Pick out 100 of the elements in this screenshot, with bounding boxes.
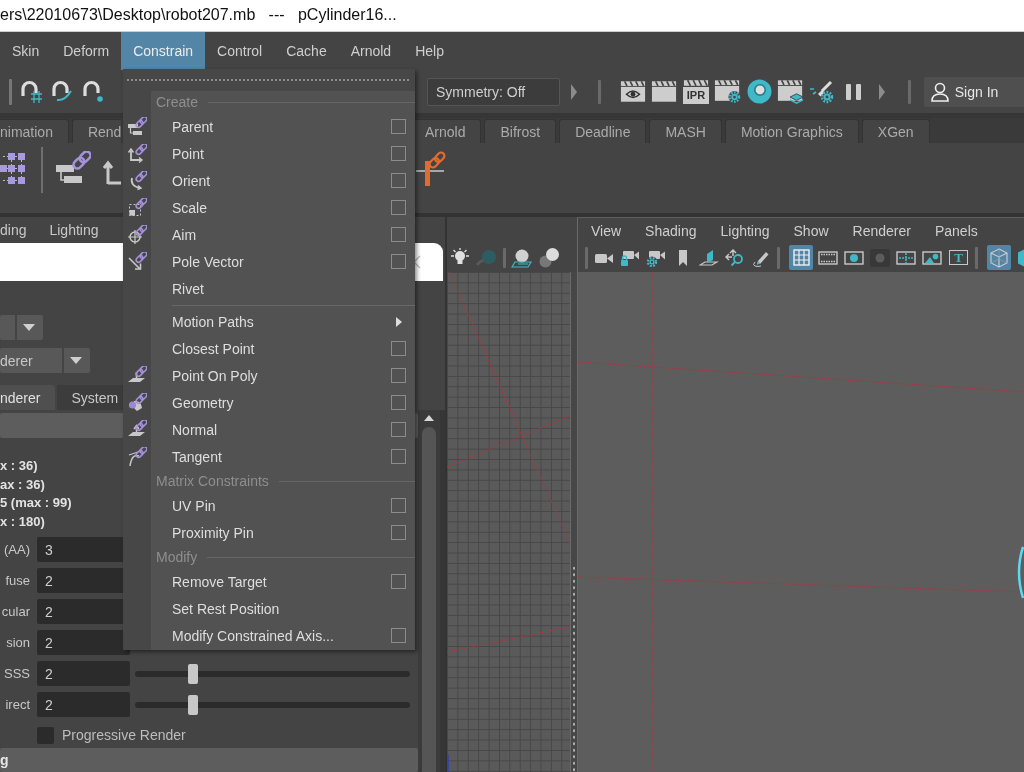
panel-splitter[interactable]	[570, 272, 577, 772]
field-label: sion	[5, 635, 31, 650]
tilted-plane-icon	[698, 248, 719, 267]
panel-menu[interactable]: View	[591, 222, 622, 239]
ball-link-icon	[127, 392, 147, 413]
checkbox[interactable]	[37, 726, 54, 744]
panel-menu[interactable]: Show	[793, 222, 829, 239]
menu-item[interactable]: UV Pin	[123, 492, 415, 519]
shelf-tab[interactable]: Motion Graphics	[724, 119, 859, 143]
menu-item[interactable]: Cache	[274, 32, 339, 70]
clapper-layers-icon[interactable]	[777, 79, 805, 104]
field-label: (AA)	[3, 542, 31, 557]
panel-menu[interactable]: ding	[0, 222, 27, 238]
info-text: x : 36)	[0, 457, 38, 475]
menu-item[interactable]: Motion Paths	[123, 308, 415, 335]
menu-item[interactable]: Orient	[123, 167, 415, 194]
bookmark-icon	[676, 248, 689, 267]
menu-item[interactable]: Deform	[51, 32, 122, 70]
menu-item[interactable]: Arnold	[338, 32, 404, 70]
section-header[interactable]: g	[0, 748, 418, 772]
curve-link-icon	[127, 446, 147, 467]
post-link-icon[interactable]	[416, 151, 446, 187]
renderer-dropdown[interactable]: derer	[0, 348, 90, 373]
triangle-right-icon[interactable]	[877, 82, 886, 101]
cube-icon	[1017, 247, 1024, 268]
crosshair-link-icon	[127, 224, 147, 245]
shelf-tab[interactable]: Arnold	[415, 119, 482, 143]
menu-item[interactable]: Point	[123, 140, 415, 167]
tear-off-handle[interactable]	[123, 69, 415, 91]
menu-item[interactable]: Scale	[123, 194, 415, 221]
panel-menu[interactable]: Panels	[934, 222, 978, 239]
scrollbar[interactable]	[418, 410, 440, 772]
film-strip-icon	[817, 248, 838, 267]
number-field[interactable]: 2	[37, 692, 130, 717]
info-text: 5 (max : 99)	[0, 494, 72, 512]
diagonal-arrow-link-icon	[127, 251, 147, 272]
number-field[interactable]: 2	[37, 630, 130, 655]
number-field[interactable]: 2	[37, 661, 130, 686]
slider[interactable]	[135, 663, 410, 684]
panel-menu[interactable]: Shading	[645, 222, 697, 239]
clapper-icon[interactable]	[651, 80, 678, 103]
caret-down-icon	[23, 324, 35, 331]
menu-item[interactable]: Control	[205, 32, 275, 70]
symmetry-dropdown[interactable]: Symmetry: Off	[427, 77, 560, 106]
slider-thumb[interactable]	[187, 694, 198, 715]
menu-item[interactable]: Normal	[123, 416, 415, 443]
camera-gear-icon	[646, 248, 667, 267]
info-text: x : 180)	[0, 512, 45, 531]
scrollbar-thumb[interactable]	[422, 427, 436, 772]
axis-marker-icon	[447, 754, 449, 772]
arrows-magnifier-icon	[725, 248, 746, 267]
shelf-tab[interactable]: Rend	[71, 119, 122, 143]
gear-brush-icon[interactable]	[809, 79, 836, 104]
safe-title-button[interactable]: T	[946, 245, 971, 270]
node-cluster-icon[interactable]	[0, 151, 26, 185]
settings-tab[interactable]: nderer	[0, 385, 56, 410]
wireframe-button[interactable]	[986, 245, 1011, 270]
magnet-grid-icon[interactable]	[19, 79, 43, 104]
menu-item[interactable]: Closest Point	[123, 335, 415, 362]
slider[interactable]	[135, 694, 410, 715]
magnet-curve-icon[interactable]	[50, 79, 74, 104]
menu-item[interactable]: Aim	[123, 221, 415, 248]
slider-thumb[interactable]	[187, 663, 198, 684]
shelf-tab[interactable]: MASH	[649, 119, 722, 143]
shelf-tab[interactable]: Deadline	[559, 119, 647, 143]
frame-mountain-icon	[922, 248, 943, 267]
panel-menu[interactable]: Renderer	[852, 222, 911, 239]
clapper-eye-icon[interactable]	[619, 80, 646, 103]
window-title: ers\22010673\Desktop\robot207.mb --- pCylinder16...	[0, 5, 397, 25]
square-link-icon	[127, 197, 147, 218]
shelf-tab[interactable]: nimation	[0, 119, 69, 143]
wire-cube-icon	[988, 247, 1009, 268]
menu-item[interactable]: Rivet	[123, 275, 415, 302]
menu-item[interactable]: Constrain	[121, 32, 206, 70]
magnet-dot-icon[interactable]	[81, 79, 105, 104]
ring-disc-icon[interactable]	[746, 79, 772, 104]
field-label: SSS	[3, 666, 31, 681]
menu-item[interactable]: Skin	[0, 32, 52, 70]
corner-arrow-link-icon	[127, 143, 147, 164]
caret-up-icon[interactable]	[424, 415, 434, 421]
clapper-stripe-icon	[683, 79, 709, 86]
menu-section-header: Create	[156, 94, 199, 110]
menu-item[interactable]: Tangent	[123, 443, 415, 470]
shelf-tab[interactable]: XGen	[861, 119, 930, 143]
menu-item[interactable]: Parent	[123, 113, 415, 140]
field-label: cular	[0, 604, 31, 619]
panel-menu[interactable]: Lighting	[49, 222, 99, 238]
object-outline	[1017, 546, 1024, 599]
grid-icon	[791, 248, 812, 267]
triangle-right-icon[interactable]	[570, 82, 578, 101]
dropdown[interactable]	[0, 315, 43, 340]
checkbox-label: Progressive Render	[62, 727, 186, 743]
panel-menu[interactable]: Lighting	[720, 222, 770, 239]
two-spheres-icon[interactable]	[538, 246, 560, 269]
menu-item[interactable]: Help	[403, 32, 456, 70]
menu-item[interactable]: Pole Vector	[123, 248, 415, 275]
clapper-gear-icon[interactable]	[714, 79, 742, 104]
sign-in-button[interactable]: Sign In	[923, 76, 1024, 107]
grid-button[interactable]	[789, 245, 814, 270]
shelf-tab[interactable]: Bifrost	[484, 119, 557, 143]
